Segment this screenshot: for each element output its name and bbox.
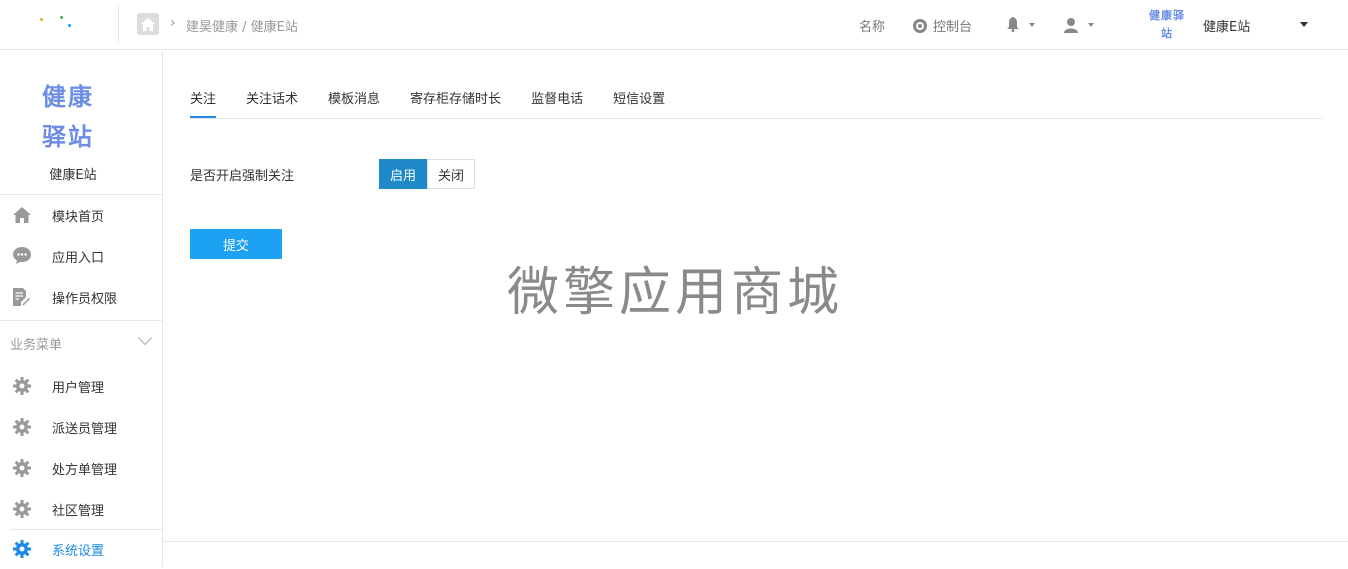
sidebar: 健康 驿站 健康E站 模块首页 应用入口 操作员权限 业务菜单 用户管理 派送员… — [0, 51, 163, 567]
app-logo[interactable] — [30, 12, 90, 36]
user-icon — [1064, 18, 1078, 33]
chevron-down-icon[interactable] — [137, 330, 153, 346]
chat-icon — [12, 246, 31, 265]
home-icon — [12, 205, 31, 224]
tab-sms-settings[interactable]: 短信设置 — [613, 88, 665, 118]
bell-icon — [1007, 17, 1019, 32]
sidebar-logo: 健康 驿站 — [42, 77, 94, 157]
force-follow-label: 是否开启强制关注 — [190, 169, 295, 184]
tab-supervision-phone[interactable]: 监督电话 — [531, 88, 583, 118]
caret-down-icon — [1088, 23, 1094, 27]
notifications-button[interactable] — [1006, 17, 1035, 32]
disable-button[interactable]: 关闭 — [427, 159, 476, 189]
submit-button[interactable]: 提交 — [190, 229, 282, 259]
sidebar-item-label: 用户管理 — [52, 381, 105, 396]
tab-template-message[interactable]: 模板消息 — [328, 88, 380, 118]
sidebar-divider — [0, 320, 162, 321]
sidebar-item-app-entry[interactable]: 应用入口 — [0, 235, 162, 276]
header-divider — [118, 6, 119, 42]
breadcrumb[interactable]: 建昊健康 / 健康E站 — [186, 16, 298, 35]
sidebar-item-courier-management[interactable]: 派送员管理 — [0, 406, 162, 447]
enable-button[interactable]: 启用 — [379, 159, 428, 189]
footer-divider — [163, 541, 1348, 542]
console-label: 控制台 — [933, 20, 973, 35]
store-logo-text: 健康驿站 — [1149, 9, 1185, 40]
tab-follow[interactable]: 关注 — [190, 88, 217, 118]
store-logo: 健康驿站 — [1148, 7, 1186, 43]
document-edit-icon — [12, 287, 31, 306]
watermark: 微擎应用商城 — [507, 263, 844, 323]
gear-icon — [12, 539, 31, 558]
gear-icon — [12, 458, 31, 477]
gear-icon — [12, 376, 31, 395]
tab-follow-script[interactable]: 关注话术 — [246, 88, 298, 118]
console-link[interactable]: 控制台 — [912, 16, 972, 35]
sidebar-item-prescription-management[interactable]: 处方单管理 — [0, 447, 162, 488]
sidebar-item-label: 应用入口 — [52, 251, 105, 266]
sidebar-item-module-home[interactable]: 模块首页 — [0, 194, 162, 235]
sidebar-item-label: 系统设置 — [52, 544, 105, 559]
sidebar-store-name: 健康E站 — [49, 168, 97, 183]
sidebar-item-user-management[interactable]: 用户管理 — [0, 365, 162, 406]
settings-tabs: 关注 关注话术 模板消息 寄存柜存储时长 监督电话 短信设置 — [190, 88, 695, 119]
home-icon — [141, 17, 155, 31]
gear-icon — [12, 499, 31, 518]
force-follow-toggle: 启用 关闭 — [379, 159, 476, 189]
store-selector[interactable]: 健康E站 — [1203, 16, 1250, 35]
sidebar-item-label: 派送员管理 — [52, 422, 118, 437]
store-caret-down-icon[interactable] — [1300, 22, 1308, 27]
sidebar-item-label: 操作员权限 — [52, 292, 118, 307]
home-button[interactable] — [137, 13, 159, 35]
tab-locker-storage-duration[interactable]: 寄存柜存储时长 — [410, 88, 501, 118]
sidebar-item-operator-permissions[interactable]: 操作员权限 — [0, 276, 162, 317]
dashboard-icon — [913, 18, 927, 33]
sidebar-item-label: 模块首页 — [52, 210, 105, 225]
sidebar-item-label: 处方单管理 — [52, 463, 118, 478]
tabs-divider — [190, 118, 1323, 119]
top-header: › 建昊健康 / 健康E站 名称 控制台 健康驿站 健康E站 — [0, 0, 1348, 50]
sidebar-logo-line1: 健康 — [42, 82, 94, 111]
chevron-right-icon: › — [170, 15, 176, 31]
caret-down-icon — [1029, 22, 1035, 27]
sidebar-item-label: 社区管理 — [52, 504, 105, 519]
user-menu-button[interactable] — [1063, 17, 1094, 33]
sidebar-item-system-settings[interactable]: 系统设置 — [0, 528, 162, 569]
sidebar-item-community-management[interactable]: 社区管理 — [0, 488, 162, 529]
sidebar-logo-line2: 驿站 — [42, 122, 94, 151]
sidebar-section-title[interactable]: 业务菜单 — [10, 334, 62, 353]
gear-icon — [12, 417, 31, 436]
name-link[interactable]: 名称 — [859, 16, 885, 35]
